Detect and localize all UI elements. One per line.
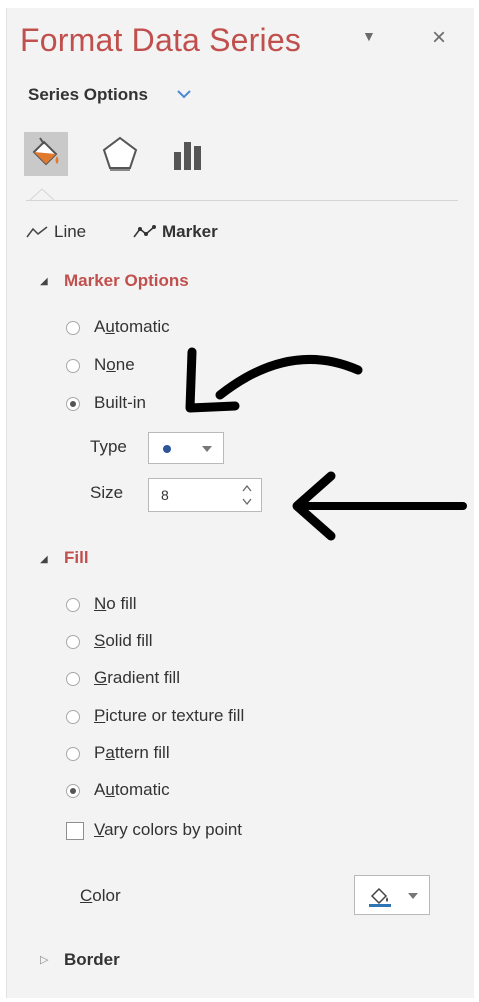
radio-picture-texture-fill-label[interactable]: Picture or texture fill (94, 706, 244, 726)
radio-no-fill-label[interactable]: No fill (94, 594, 137, 614)
annotation-curved-arrow (185, 347, 363, 413)
radio-built-in-label[interactable]: Built-in (94, 393, 146, 413)
vary-colors-checkbox[interactable] (66, 822, 84, 840)
marker-type-dropdown[interactable] (148, 432, 224, 464)
marker-size-spinner[interactable]: 8 (148, 478, 262, 512)
radio-automatic[interactable] (66, 321, 80, 335)
line-icon (26, 226, 48, 238)
radio-automatic-fill-label[interactable]: Automatic (94, 780, 170, 800)
dropdown-arrow-icon (202, 446, 212, 452)
pane-title: Format Data Series (20, 22, 302, 58)
series-options-bars-icon[interactable] (166, 132, 210, 176)
marker-options-header[interactable]: Marker Options (64, 271, 189, 291)
fill-line-icon[interactable] (24, 132, 68, 176)
tab-line-label: Line (54, 222, 87, 241)
series-options-dropdown[interactable]: Series Options (28, 85, 148, 105)
close-icon[interactable]: × (432, 24, 446, 52)
spin-arrows-icon[interactable] (241, 483, 253, 507)
tab-line[interactable]: Line (26, 222, 86, 242)
section-divider (26, 200, 458, 201)
radio-gradient-fill[interactable] (66, 672, 80, 686)
effects-pentagon-icon[interactable] (98, 132, 142, 176)
tab-marker-label: Marker (162, 222, 218, 241)
radio-gradient-fill-label[interactable]: Gradient fill (94, 668, 180, 688)
radio-none-label[interactable]: None (94, 355, 135, 375)
vary-colors-label[interactable]: Vary colors by point (94, 820, 242, 840)
fill-header[interactable]: Fill (64, 548, 89, 568)
type-label: Type (90, 437, 127, 456)
radio-automatic-label[interactable]: Automatic (94, 317, 170, 337)
dropdown-arrow-icon (408, 893, 418, 899)
border-header[interactable]: Border (64, 950, 120, 970)
radio-built-in[interactable] (66, 397, 80, 411)
marker-circle-icon (163, 445, 171, 453)
radio-automatic-fill[interactable] (66, 784, 80, 798)
tab-marker[interactable]: Marker (132, 222, 218, 242)
marker-icon (133, 225, 156, 238)
radio-none[interactable] (66, 359, 80, 373)
radio-pattern-fill[interactable] (66, 747, 80, 761)
fill-color-picker[interactable] (354, 875, 430, 915)
radio-picture-texture-fill[interactable] (66, 710, 80, 724)
expand-triangle-icon[interactable]: ▷ (40, 953, 48, 966)
chevron-down-icon[interactable] (176, 88, 192, 100)
collapse-triangle-icon[interactable]: ◢ (40, 554, 48, 565)
series-options-label: Series Options (28, 85, 148, 104)
radio-solid-fill[interactable] (66, 635, 80, 649)
marker-size-value[interactable]: 8 (161, 487, 169, 503)
collapse-triangle-icon[interactable]: ◢ (40, 276, 48, 287)
color-label: Color (80, 886, 121, 905)
task-pane-options-icon[interactable]: ▼ (362, 28, 376, 44)
radio-solid-fill-label[interactable]: Solid fill (94, 631, 153, 651)
radio-no-fill[interactable] (66, 598, 80, 612)
annotation-straight-arrow (292, 471, 467, 541)
paint-bucket-icon (369, 887, 391, 907)
selected-category-notch (30, 188, 54, 201)
size-label: Size (90, 483, 124, 502)
radio-pattern-fill-label[interactable]: Pattern fill (94, 743, 170, 763)
